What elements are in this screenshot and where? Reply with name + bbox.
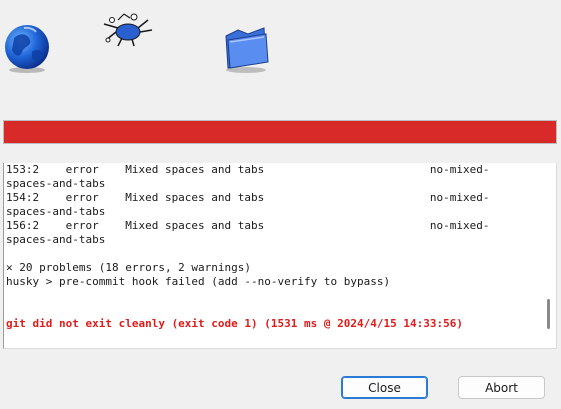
log-line: spaces-and-tabs bbox=[6, 177, 106, 190]
log-line: 156:2 error Mixed spaces and tabs no-mix… bbox=[6, 219, 490, 232]
folder-icon bbox=[220, 22, 274, 74]
log-line: spaces-and-tabs bbox=[6, 233, 106, 246]
globe-icon bbox=[2, 22, 52, 74]
log-line: ✕ 20 problems (18 errors, 2 warnings) bbox=[6, 261, 252, 274]
log-line: spaces-and-tabs bbox=[6, 205, 106, 218]
progress-fill bbox=[4, 121, 556, 143]
log-content: 153:2 error Mixed spaces and tabs no-mix… bbox=[6, 163, 542, 331]
log-line: 154:2 error Mixed spaces and tabs no-mix… bbox=[6, 191, 490, 204]
bug-icon bbox=[98, 10, 154, 48]
progress-bar bbox=[3, 120, 557, 144]
log-line: git did not exit cleanly (exit code 1) (… bbox=[6, 317, 463, 330]
scroll-thumb[interactable] bbox=[547, 299, 550, 329]
close-button[interactable]: Close bbox=[341, 376, 428, 399]
log-line: 153:2 error Mixed spaces and tabs no-mix… bbox=[6, 163, 490, 176]
abort-button[interactable]: Abort bbox=[458, 376, 545, 399]
log-line: husky > pre-commit hook failed (add --no… bbox=[6, 275, 391, 288]
log-scrollbar[interactable] bbox=[544, 163, 554, 347]
log-output-panel[interactable]: 153:2 error Mixed spaces and tabs no-mix… bbox=[3, 163, 557, 349]
